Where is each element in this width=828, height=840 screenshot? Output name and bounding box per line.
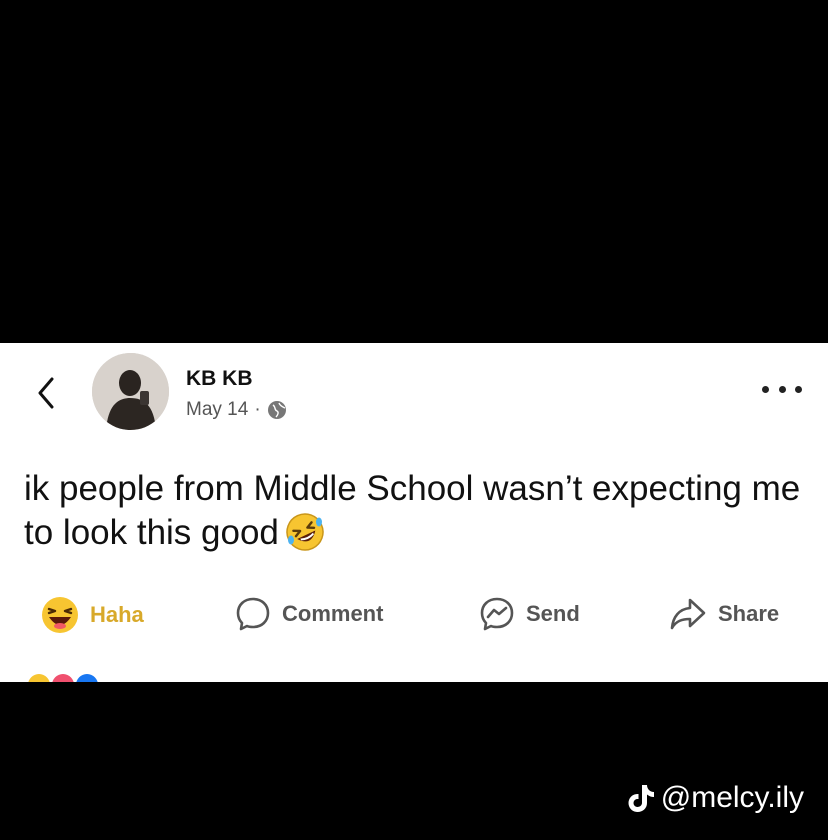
post-text: ik people from Middle School wasn’t expe… <box>24 467 804 555</box>
haha-emoji-icon <box>42 597 78 633</box>
tiktok-handle: @melcy.ily <box>660 781 804 814</box>
reaction-summary[interactable] <box>28 674 98 682</box>
share-label: Share <box>718 601 780 626</box>
like-reaction-icon <box>76 674 98 682</box>
post-card: KB KB May 14 · ik people from Middle Sch… <box>0 343 828 682</box>
haha-reaction-icon <box>28 674 50 682</box>
meta-separator: · <box>254 399 261 420</box>
dot-icon <box>778 385 786 393</box>
haha-label: Haha <box>90 602 144 627</box>
chevron-left-icon <box>38 377 54 409</box>
post-meta: May 14 · <box>186 399 287 421</box>
dot-icon <box>795 385 802 393</box>
author-name[interactable]: KB KB <box>186 367 253 391</box>
send-label: Send <box>526 601 580 626</box>
avatar[interactable] <box>92 353 169 430</box>
send-button[interactable]: Send <box>478 595 580 633</box>
share-button[interactable]: Share <box>668 595 779 633</box>
messenger-icon <box>480 597 514 631</box>
post-body: ik people from Middle School wasn’t expe… <box>24 469 801 552</box>
back-button[interactable] <box>32 373 60 413</box>
share-arrow-icon <box>670 598 706 630</box>
haha-reaction-button[interactable]: Haha <box>40 595 144 635</box>
avatar-photo <box>92 353 169 430</box>
tiktok-watermark: @melcy.ily <box>627 781 804 815</box>
comment-label: Comment <box>282 601 384 626</box>
post-date[interactable]: May 14 <box>186 399 248 421</box>
comment-icon <box>236 597 270 631</box>
dot-icon <box>762 385 769 393</box>
comment-button[interactable]: Comment <box>234 595 383 633</box>
love-reaction-icon <box>52 674 74 682</box>
more-options-button[interactable] <box>762 379 802 399</box>
globe-icon <box>267 401 286 419</box>
tiktok-icon <box>628 785 654 812</box>
rofl-emoji-icon <box>286 513 324 551</box>
